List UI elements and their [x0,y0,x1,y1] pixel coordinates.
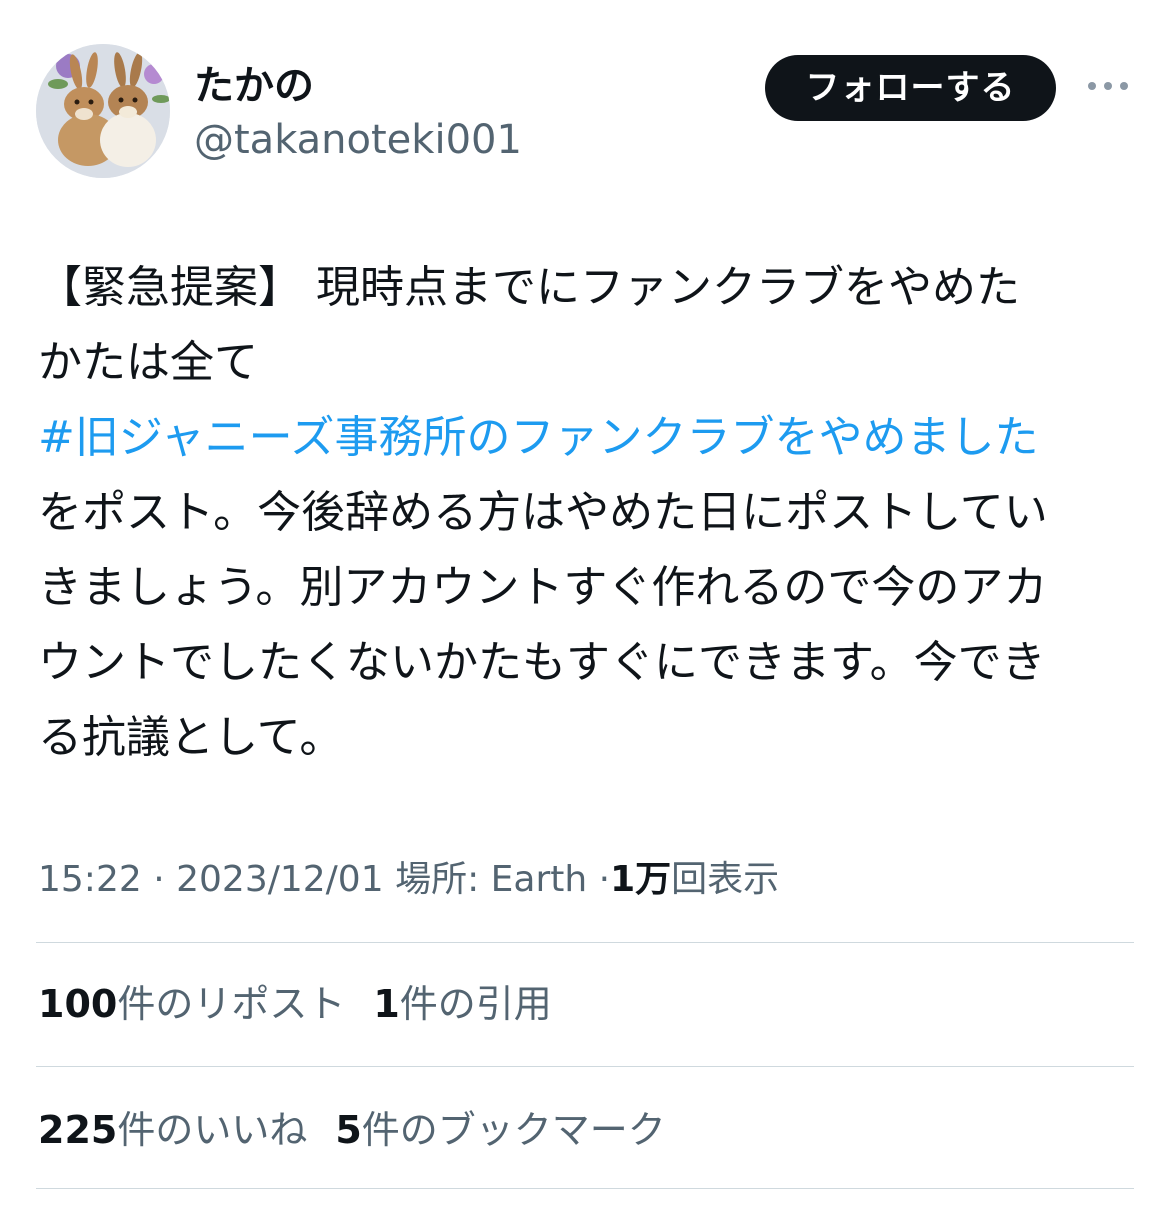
likes-label: 件のいいね [117,1108,308,1152]
divider [36,1066,1134,1067]
stats-row-reposts: 100件のリポスト 1件の引用 [38,978,552,1030]
more-horizontal-icon[interactable] [1083,74,1133,98]
stats-row-likes: 225件のいいね 5件のブックマーク [38,1104,666,1156]
quotes-link[interactable]: 1件の引用 [373,982,551,1026]
tweet-text-line: きましょう。別アカウントすぐ作れるので今のアカ [38,562,1048,613]
likes-count: 225 [38,1108,118,1152]
tweet-text-line: る抗議として。 [38,712,344,763]
reposts-count: 100 [38,982,118,1026]
views-count: 1万 [610,859,672,900]
reposts-label: 件のリポスト [117,982,346,1026]
tweet-meta: 15:22 · 2023/12/01 場所: Earth ·1万回表示 [38,854,779,906]
tweet-location: 場所: Earth [395,859,588,900]
divider [36,1188,1134,1189]
follow-button[interactable]: フォローする [765,55,1056,121]
meta-separator: · [598,859,611,900]
user-handle[interactable]: @takanoteki001 [194,114,522,166]
hashtag-link[interactable]: #旧ジャニーズ事務所のファンクラブをやめました [38,400,1138,475]
tweet-text-line: 【緊急提案】 現時点までにファンクラブをやめた [38,262,1020,313]
rabbits-avatar-icon [36,44,170,178]
display-name[interactable]: たかの [194,60,314,112]
meta-separator: · [153,859,165,900]
tweet-text-line: をポスト。今後辞める方はやめた日にポストしてい [38,487,1048,538]
divider [36,942,1134,943]
tweet-date[interactable]: 2023/12/01 [176,859,384,900]
quotes-label: 件の引用 [399,982,552,1026]
avatar[interactable] [36,44,170,178]
bookmarks-link[interactable]: 5件のブックマーク [335,1108,665,1152]
tweet-text-line: ウントでしたくないかたもすぐにできます。今でき [38,637,1046,688]
tweet-text-line: かたは全て [38,337,258,388]
reposts-link[interactable]: 100件のリポスト [38,982,345,1026]
bookmarks-label: 件のブックマーク [361,1108,666,1152]
views-label: 回表示 [671,859,780,900]
quotes-count: 1 [373,982,400,1026]
tweet-time[interactable]: 15:22 [38,859,142,900]
bookmarks-count: 5 [335,1108,362,1152]
tweet-text: 【緊急提案】 現時点までにファンクラブをやめた かたは全て #旧ジャニーズ事務所… [38,250,1138,775]
likes-link[interactable]: 225件のいいね [38,1108,307,1152]
